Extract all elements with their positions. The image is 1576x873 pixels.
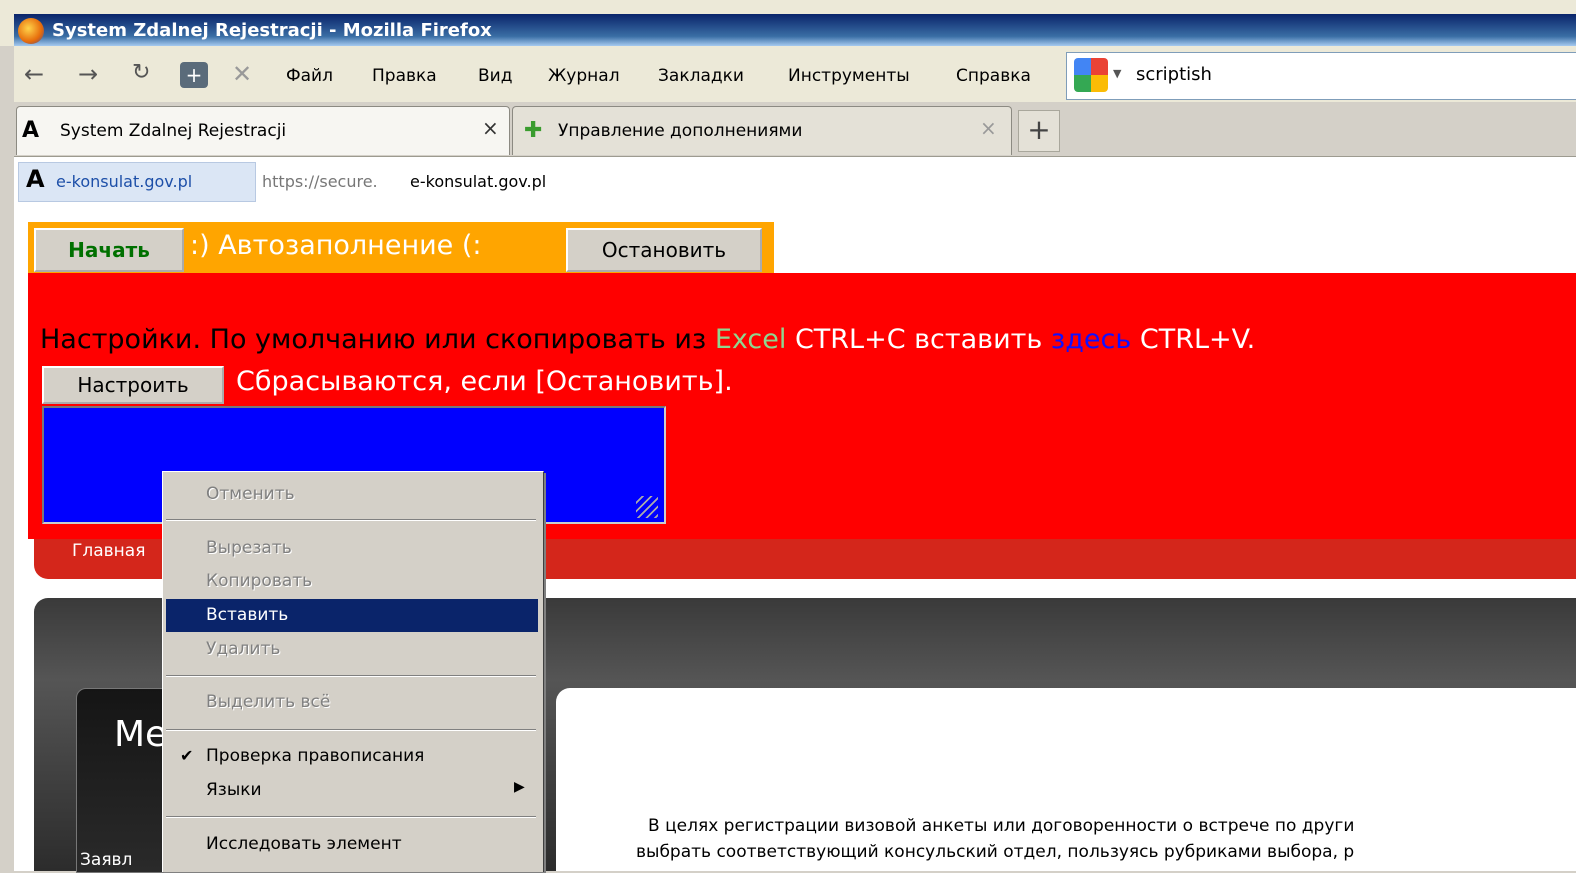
search-value[interactable]: scriptish <box>1136 64 1212 85</box>
chevron-down-icon[interactable]: ▼ <box>1113 67 1121 80</box>
settings-mid: CTRL+C вставить <box>786 324 1051 355</box>
new-tab-button[interactable]: + <box>1018 110 1060 152</box>
reset-note: Сбрасываются, если [Остановить]. <box>236 366 733 397</box>
menu-tools[interactable]: Инструменты <box>788 66 910 86</box>
site-logo-icon: A <box>26 165 45 193</box>
stop-button[interactable]: Остановить <box>566 228 762 272</box>
settings-prefix: Настройки. По умолчанию или скопировать … <box>40 324 715 355</box>
home-icon[interactable]: + <box>180 62 208 88</box>
here-label: здесь <box>1050 324 1132 355</box>
resize-grip-icon[interactable] <box>636 496 658 518</box>
context-paste[interactable]: Вставить <box>206 605 288 625</box>
url-scheme[interactable]: https://secure. <box>262 172 378 191</box>
context-select-all[interactable]: Выделить всё <box>206 692 330 712</box>
context-delete[interactable]: Удалить <box>206 639 280 659</box>
start-button[interactable]: Начать <box>34 228 184 272</box>
context-copy[interactable]: Копировать <box>206 571 312 591</box>
puzzle-piece-icon: ✚ <box>524 118 543 143</box>
firefox-icon <box>18 18 44 44</box>
url-host[interactable]: e-konsulat.gov.pl <box>410 172 546 191</box>
check-icon: ✔ <box>180 746 194 765</box>
menu-divider <box>166 519 536 521</box>
menu-history[interactable]: Журнал <box>548 66 620 86</box>
google-icon[interactable] <box>1074 58 1108 92</box>
reload-icon[interactable]: ↻ <box>132 60 150 85</box>
menu-bookmarks[interactable]: Закладки <box>658 66 744 86</box>
context-menu <box>162 471 544 872</box>
submenu-arrow-icon: ▶ <box>514 779 525 795</box>
context-cut[interactable]: Вырезать <box>206 538 292 558</box>
intro-text-line: В целях регистрации визовой анкеты или д… <box>648 816 1355 836</box>
configure-button[interactable]: Настроить <box>42 366 224 404</box>
forward-icon[interactable]: → <box>78 60 98 88</box>
context-inspect[interactable]: Исследовать элемент <box>206 834 402 854</box>
stop-icon[interactable]: ✕ <box>232 60 252 88</box>
site-logo-icon: A <box>22 118 40 143</box>
window-title: System Zdalnej Rejestracji - Mozilla Fir… <box>52 20 492 41</box>
context-spellcheck[interactable]: Проверка правописания <box>206 746 424 766</box>
tab-label: System Zdalnej Rejestracji <box>60 121 287 141</box>
settings-suffix: CTRL+V. <box>1131 324 1256 355</box>
site-identity-label: e-konsulat.gov.pl <box>56 172 193 191</box>
autofill-label: :) Автозаполнение (: <box>190 230 482 261</box>
back-icon[interactable]: ← <box>24 60 44 88</box>
tab-label: Управление дополнениями <box>558 121 803 141</box>
menu-divider <box>166 816 536 818</box>
menu-divider <box>166 675 536 677</box>
settings-instructions: Настройки. По умолчанию или скопировать … <box>40 324 1255 355</box>
site-menu-item[interactable]: Заявл <box>80 850 132 870</box>
menu-edit[interactable]: Правка <box>372 66 437 86</box>
intro-text-line: выбрать соответствующий консульский отде… <box>636 842 1355 862</box>
menu-file[interactable]: Файл <box>286 66 333 86</box>
context-languages[interactable]: Языки <box>206 780 262 800</box>
site-menu-title: Ме <box>114 714 168 755</box>
menu-help[interactable]: Справка <box>956 66 1031 86</box>
menu-view[interactable]: Вид <box>478 66 512 86</box>
close-tab-icon[interactable]: × <box>980 116 997 140</box>
context-undo[interactable]: Отменить <box>206 484 295 504</box>
excel-label: Excel <box>714 324 787 355</box>
close-tab-icon[interactable]: × <box>482 116 499 140</box>
menu-divider <box>166 729 536 731</box>
nav-home-link[interactable]: Главная <box>72 541 145 561</box>
